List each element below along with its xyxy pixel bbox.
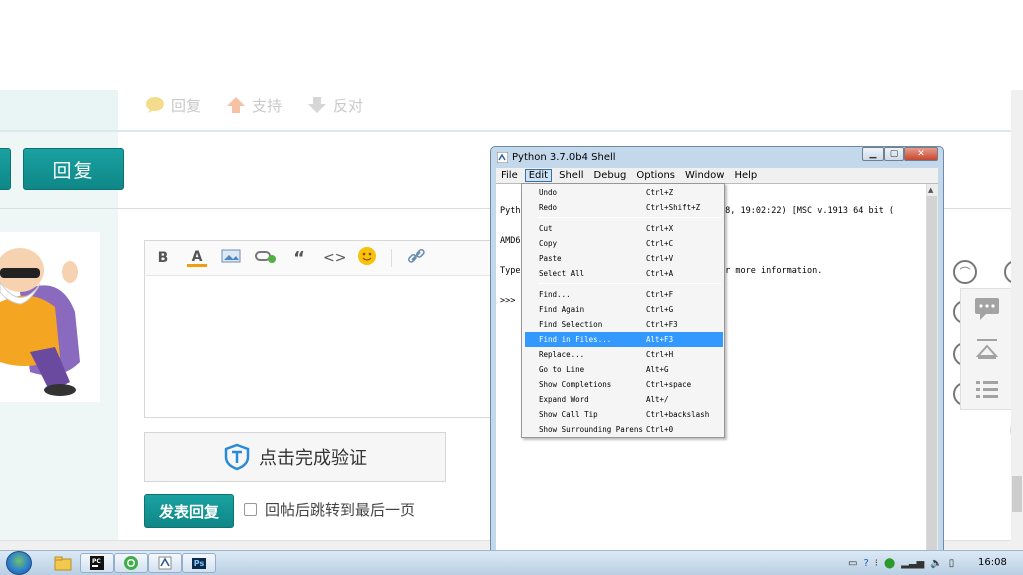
menu-item-paste[interactable]: Paste Ctrl+V [525, 251, 723, 266]
shell-scroll-thumb[interactable] [927, 196, 937, 551]
menu-item-undo[interactable]: Undo Ctrl+Z [525, 185, 723, 200]
verify-button[interactable]: 点击完成验证 [144, 432, 446, 482]
menu-item-find-in-files[interactable]: Find in Files... Alt+F3 [525, 332, 723, 347]
menu-item-go-to-line[interactable]: Go to Line Alt+G [525, 362, 723, 377]
menu-item-redo[interactable]: Redo Ctrl+Shift+Z [525, 200, 723, 215]
vote-oppose[interactable]: 反对 [307, 95, 363, 115]
image-icon[interactable] [221, 248, 241, 268]
arrow-up-icon [226, 96, 246, 114]
vote-reply-label: 回复 [171, 96, 202, 115]
link-icon[interactable] [406, 247, 426, 269]
pycharm-icon[interactable]: PC [80, 553, 114, 573]
signal-icon[interactable]: ▂▃▅ [901, 558, 924, 569]
menu-help[interactable]: Help [729, 170, 762, 181]
back-to-top-icon[interactable] [970, 334, 1004, 364]
menu-edit[interactable]: Edit [524, 169, 553, 182]
svg-text:PC: PC [92, 558, 101, 565]
menu-bar: File Edit Shell Debug Options Window Hel… [496, 168, 938, 183]
menu-separator [538, 283, 721, 284]
vote-reply[interactable]: 回复 [145, 95, 201, 115]
volume-icon[interactable]: 🔈 [930, 558, 942, 569]
toolbar-separator [391, 249, 392, 267]
vote-oppose-label: 反对 [333, 96, 364, 115]
help-icon[interactable]: ? [863, 558, 868, 569]
comment-icon[interactable] [970, 294, 1004, 324]
divider [0, 130, 1023, 132]
menu-item-find[interactable]: Find... Ctrl+F [525, 287, 723, 302]
menu-item-replace[interactable]: Replace... Ctrl+H [525, 347, 723, 362]
speech-bubble-icon [145, 96, 165, 114]
python-icon [496, 151, 509, 163]
system-tray: ▭ ? ⁝ ⬤ ▂▃▅ 🔈 ▯ [848, 553, 954, 573]
post-reply-button[interactable]: 发表回复 [144, 494, 234, 528]
menu-options[interactable]: Options [631, 170, 680, 181]
keyboard-icon[interactable]: ▭ [848, 558, 857, 569]
menu-debug[interactable]: Debug [589, 170, 632, 181]
jump-label: 回帖后跳转到最后一页 [265, 501, 416, 519]
scroll-up-arrow-icon[interactable]: ▲ [928, 186, 933, 194]
font-color-button[interactable]: A [187, 250, 207, 267]
close-button[interactable]: ✕ [904, 147, 938, 161]
photoshop-icon[interactable]: Ps [182, 553, 216, 573]
start-button[interactable] [6, 551, 32, 575]
jump-to-last-option[interactable]: 回帖后跳转到最后一页 [244, 499, 415, 520]
browser-icon[interactable] [114, 553, 148, 573]
menu-item-find-again[interactable]: Find Again Ctrl+G [525, 302, 723, 317]
menu-item-show-call-tip[interactable]: Show Call Tip Ctrl+backslash [525, 407, 723, 422]
minimize-button[interactable]: ▁ [862, 147, 884, 161]
menu-file[interactable]: File [496, 170, 523, 181]
cut-off-button[interactable] [0, 148, 11, 190]
explorer-icon[interactable] [46, 553, 80, 573]
shield-tray-icon[interactable]: ⬤ [884, 558, 895, 569]
shield-icon [223, 443, 251, 471]
menu-window[interactable]: Window [680, 170, 729, 181]
arrow-down-icon [307, 96, 327, 114]
clock[interactable]: 16:08 [978, 557, 1007, 568]
maximize-button[interactable]: ▢ [884, 147, 904, 161]
code-button[interactable]: <> [323, 250, 346, 266]
attachment-icon[interactable] [255, 248, 276, 268]
page-scroll-thumb[interactable] [1012, 476, 1022, 512]
window-title-text: Python 3.7.0b4 Shell [512, 151, 616, 163]
menu-shell[interactable]: Shell [554, 170, 588, 181]
left-band [0, 90, 118, 132]
window-title: Python 3.7.0b4 Shell [496, 150, 616, 164]
network-icon[interactable]: ⁝ [875, 558, 878, 569]
menu-item-show-completions[interactable]: Show Completions Ctrl+space [525, 377, 723, 392]
menu-item-select-all[interactable]: Select All Ctrl+A [525, 266, 723, 281]
editor-toolbar: B A “ <> [144, 240, 494, 276]
menu-item-cut[interactable]: Cut Ctrl+X [525, 221, 723, 236]
menu-item-copy[interactable]: Copy Ctrl+C [525, 236, 723, 251]
menu-item-find-selection[interactable]: Find Selection Ctrl+F3 [525, 317, 723, 332]
vote-support-label: 支持 [252, 96, 283, 115]
bold-button[interactable]: B [153, 250, 173, 266]
menu-separator [538, 217, 721, 218]
reply-button[interactable]: 回复 [23, 148, 124, 190]
list-icon[interactable] [970, 374, 1004, 404]
emoji-icon[interactable] [357, 246, 377, 270]
menu-item-expand-word[interactable]: Expand Word Alt+/ [525, 392, 723, 407]
battery-icon[interactable]: ▯ [949, 558, 955, 569]
photoshop-label: Ps [191, 557, 207, 569]
quote-button[interactable]: “ [289, 248, 309, 269]
emoji-face-icon[interactable]: ⌒ [953, 260, 977, 284]
vote-support[interactable]: 支持 [226, 95, 282, 115]
python-idle-icon[interactable] [148, 553, 182, 573]
avatar[interactable] [0, 232, 100, 402]
verify-label: 点击完成验证 [259, 448, 367, 469]
menu-item-show-surrounding-parens[interactable]: Show Surrounding Parens Ctrl+0 [525, 422, 723, 437]
edit-dropdown-menu: Undo Ctrl+Z Redo Ctrl+Shift+Z Cut Ctrl+X Co… [521, 183, 725, 438]
jump-checkbox[interactable] [244, 503, 257, 516]
